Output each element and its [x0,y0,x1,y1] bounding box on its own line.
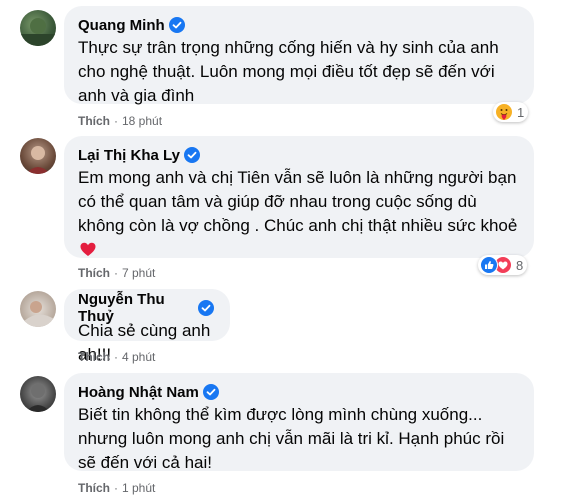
comment-meta: Thích · 4 phút [78,350,156,364]
like-link[interactable]: Thích [78,481,110,495]
avatar-image [26,384,50,412]
reaction-summary[interactable]: 8 [478,255,528,275]
like-link[interactable]: Thích [78,350,110,364]
commenter-name[interactable]: Lại Thị Kha Ly [78,147,180,164]
comment-text: Thực sự trân trọng những cống hiến và hy… [78,38,499,105]
verified-badge-icon [198,300,214,316]
avatar-image [26,146,50,174]
verified-badge-icon [183,147,200,163]
comment-meta: Thích · 1 phút [78,481,156,495]
like-link[interactable]: Thích [78,114,110,128]
comment-text: Em mong anh và chị Tiên vẫn sẽ luôn là n… [78,166,518,264]
comment-time[interactable]: 4 phút [122,350,155,364]
avatar-image [24,301,54,327]
comment-meta: Thích · 7 phút [78,266,156,280]
reaction-count: 8 [516,257,524,273]
avatar-image [20,18,56,46]
comment-bubble: Hoàng Nhật Nam Biết tin không thể kìm đư… [64,373,534,472]
like-link[interactable]: Thích [78,266,110,280]
avatar[interactable] [20,138,56,174]
avatar[interactable] [20,10,56,46]
comment-bubble: Quang Minh Thực sự trân trọng những cống… [64,6,534,105]
comment-time[interactable]: 7 phút [122,266,155,280]
avatar[interactable] [20,291,56,327]
verified-badge-icon [202,384,219,400]
comment-bubble: Nguyễn Thu Thuỷ Chia sẻ cùng anh ah!!! [64,289,230,364]
comment-time[interactable]: 1 phút [122,481,155,495]
red-heart-icon [80,240,96,264]
comment-text: Biết tin không thể kìm được lòng mình ch… [78,405,505,472]
reaction-count: 1 [517,104,525,120]
like-reaction-icon [480,256,498,274]
comment-bubble: Lại Thị Kha Ly Em mong anh và chị Tiên v… [64,136,534,258]
care-emoji-icon [495,103,513,121]
comment-time[interactable]: 18 phút [122,114,162,128]
comment-meta: Thích · 18 phút [78,114,163,128]
commenter-name[interactable]: Quang Minh [78,17,165,34]
commenter-name[interactable]: Hoàng Nhật Nam [78,384,199,401]
verified-badge-icon [168,17,185,33]
avatar[interactable] [20,376,56,412]
reaction-summary[interactable]: 1 [493,102,529,122]
